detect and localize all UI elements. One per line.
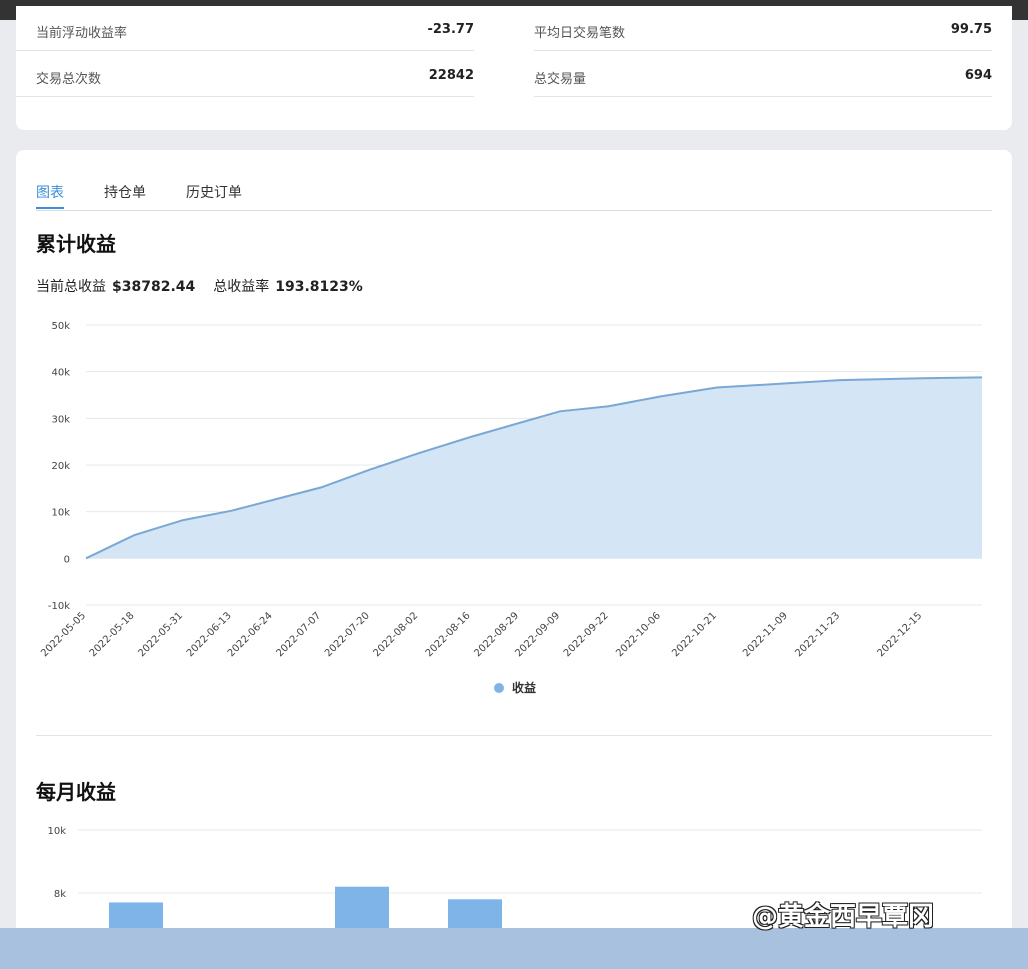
x-tick-label: 2022-05-05 — [39, 610, 88, 659]
tab-chart[interactable]: 图表 — [36, 182, 64, 202]
y-tick-label: -10k — [48, 601, 70, 612]
y-tick-label: 10k — [51, 508, 70, 519]
stat-value: 694 — [964, 68, 992, 83]
legend-swatch — [494, 683, 504, 693]
y-tick-label: 0 — [64, 554, 70, 565]
total-profit-label: 当前总收益 — [36, 279, 106, 295]
x-tick-label: 2022-05-18 — [88, 610, 137, 659]
stat-label: 交易总次数 — [36, 72, 102, 87]
y-tick-label: 8k — [54, 889, 66, 900]
tab-bar: 图表 持仓单 历史订单 — [36, 180, 992, 211]
x-tick-label: 2022-11-23 — [793, 610, 842, 659]
stats-card: 当前浮动收益率 -23.77 平均日交易笔数 99.75 交易总次数 22842… — [16, 6, 1012, 130]
stat-label: 当前浮动收益率 — [36, 26, 128, 41]
x-tick-label: 2022-08-02 — [372, 610, 421, 659]
cumulative-title: 累计收益 — [36, 232, 116, 256]
stat-floating-return: 当前浮动收益率 -23.77 — [16, 6, 474, 51]
x-tick-label: 2022-10-21 — [670, 610, 719, 659]
profit-area — [86, 377, 982, 559]
stat-value: -23.77 — [427, 22, 474, 37]
cumulative-summary: 当前总收益 $38782.44 总收益率 193.8123% — [36, 276, 381, 296]
section-divider — [36, 735, 992, 736]
y-tick-label: 30k — [51, 414, 70, 425]
total-return-label: 总收益率 — [213, 279, 270, 295]
y-tick-label: 10k — [47, 826, 66, 837]
stat-value: 99.75 — [950, 22, 992, 37]
x-tick-label: 2022-07-07 — [274, 610, 323, 659]
x-tick-label: 2022-12-15 — [876, 610, 925, 659]
bottom-strip — [0, 928, 1028, 969]
x-tick-label: 2022-10-06 — [614, 610, 663, 659]
tab-positions[interactable]: 持仓单 — [104, 182, 146, 202]
monthly-title: 每月收益 — [36, 780, 116, 804]
y-tick-label: 20k — [51, 461, 70, 472]
y-tick-label: 40k — [51, 368, 70, 379]
total-profit-value: $38782.44 — [112, 279, 196, 295]
cumulative-profit-chart: 50k 40k 30k 20k 10k 0 -10k2022-05-05 2022-05-18… — [39, 321, 983, 695]
x-tick-label: 2022-09-22 — [562, 610, 611, 659]
total-return-value: 193.8123% — [275, 279, 363, 295]
chart-card: 图表 持仓单 历史订单 累计收益 当前总收益 $38782.44 总收益率 193.8… — [16, 150, 1012, 950]
stat-label: 平均日交易笔数 — [534, 26, 626, 41]
stat-total-volume: 总交易量 694 — [534, 52, 992, 97]
stat-value: 22842 — [428, 68, 474, 83]
x-tick-label: 2022-08-16 — [424, 610, 473, 659]
watermark: @黄金西早覃冈 — [752, 902, 935, 932]
legend-label: 收益 — [512, 680, 536, 695]
stat-total-trades: 交易总次数 22842 — [16, 52, 474, 97]
tab-history-orders[interactable]: 历史订单 — [186, 182, 242, 202]
active-tab-indicator — [36, 207, 64, 209]
x-tick-label: 2022-05-31 — [136, 610, 185, 659]
stat-label: 总交易量 — [534, 72, 587, 87]
stat-avg-daily-trades: 平均日交易笔数 99.75 — [534, 6, 992, 51]
y-tick-label: 50k — [51, 321, 70, 332]
x-tick-label: 2022-07-20 — [323, 610, 372, 659]
x-tick-label: 2022-11-09 — [741, 610, 790, 659]
